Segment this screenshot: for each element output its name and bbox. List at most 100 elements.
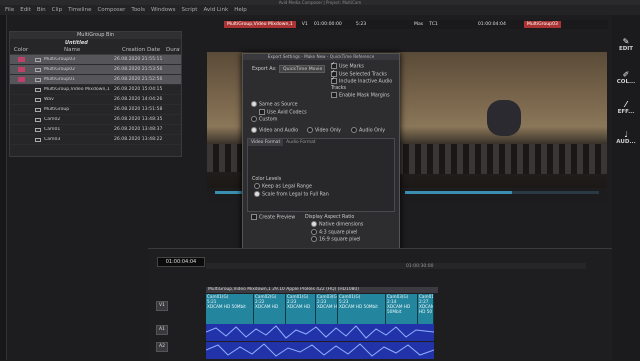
row-name: Cam01 <box>44 127 61 132</box>
clip-codec: XDCAM H <box>317 304 337 309</box>
source-tc[interactable]: 01:00:00:00 <box>314 22 342 27</box>
use-avid-codecs-check[interactable]: Use Avid Codecs <box>251 108 307 117</box>
bin-row[interactable]: MultiGroup 26.08.2020 13:51:58 <box>10 105 181 115</box>
source-track[interactable]: V1 <box>302 22 308 27</box>
ratio-169-dot[interactable] <box>311 236 317 242</box>
audio-only-dot[interactable] <box>351 127 357 133</box>
video-and-audio-radio[interactable]: Video and Audio <box>251 127 307 134</box>
col-color[interactable]: Color <box>10 47 32 54</box>
row-name: MultiGroup,Video Mixdown,1 <box>44 87 110 92</box>
ratio-169-radio[interactable]: 16:9 square pixel <box>305 236 363 244</box>
same-as-source-label: Same as Source <box>259 102 298 108</box>
timeline-timecode[interactable]: 01:00:04:04 <box>157 257 205 267</box>
bin-row[interactable]: MultiGroup,Video Mixdown,1 26.08.2020 15:… <box>10 85 181 95</box>
scale-legal-full-radio[interactable]: Scale from Legal to Full Ran <box>252 190 329 199</box>
audio-clip-a2[interactable] <box>206 342 434 359</box>
menu-timeline[interactable]: Timeline <box>68 7 91 13</box>
same-as-source-dot[interactable] <box>251 101 257 107</box>
timeline-ruler[interactable]: 01:00:30:00 <box>206 263 586 269</box>
track-v1[interactable]: V1 <box>156 301 204 311</box>
bin-row[interactable]: Wav 26.08.2020 14:04:26 <box>10 95 181 105</box>
track-a1-button[interactable]: A1 <box>156 325 168 335</box>
keep-legal-label: Keep as Legal Range <box>262 184 312 190</box>
record-tc-label[interactable]: TC1 <box>429 22 438 27</box>
video-clip[interactable]: Cam01(G)2:27XDCAM HD 50 <box>418 294 434 328</box>
ratio-43-dot[interactable] <box>311 228 317 235</box>
same-as-source-radio[interactable]: Same as Source <box>251 101 307 109</box>
include-inactive-audio-check[interactable]: Include Inactive Audio Tracks <box>331 76 399 92</box>
record-mas[interactable]: Mas <box>414 22 423 27</box>
menu-windows[interactable]: Windows <box>151 7 176 13</box>
video-clip[interactable]: Cam01(G) 5:21 XDCAM HD 50Mbit <box>206 294 254 328</box>
menu-clip[interactable]: Clip <box>52 7 62 13</box>
bin-row[interactable]: MultiGroup02 26.08.2020 21:53:56 <box>10 65 181 75</box>
record-sequence-tab[interactable]: MultiGroup03 <box>523 21 561 28</box>
bin-row[interactable]: Cam01 26.08.2020 13:48:37 <box>10 125 181 135</box>
keep-legal-dot[interactable] <box>254 183 260 189</box>
keep-legal-radio[interactable]: Keep as Legal Range <box>252 183 329 191</box>
custom-radio[interactable]: Custom <box>251 116 307 124</box>
menu-file[interactable]: File <box>5 7 14 13</box>
source-clip-tab[interactable]: MultiGroup,Video Mixdown,1 <box>224 21 296 28</box>
audio-clip-a1[interactable] <box>206 324 434 341</box>
menu-script[interactable]: Script <box>182 7 198 13</box>
ratio-169-label: 16:9 square pixel <box>319 237 361 243</box>
include-inactive-audio-box[interactable] <box>331 76 337 84</box>
tab-audio-format[interactable]: Audio Format <box>283 139 318 146</box>
source-duration[interactable]: 5:23 <box>356 22 366 27</box>
enable-mask-margins-box[interactable] <box>331 91 337 98</box>
use-avid-codecs-label: Use Avid Codecs <box>267 110 307 115</box>
row-date: 26.08.2020 13:48:37 <box>114 127 163 132</box>
create-preview-box[interactable] <box>251 214 257 220</box>
track-a1[interactable]: A1 <box>156 325 204 335</box>
track-a2-button[interactable]: A2 <box>156 342 168 352</box>
col-duration[interactable]: Durat <box>166 47 180 54</box>
clip-codec: XDCAM HD 50Mbit <box>339 304 378 309</box>
tab-video-format[interactable]: Video Format <box>248 139 284 146</box>
menu-avid-link[interactable]: Avid Link <box>203 7 228 13</box>
video-clip[interactable]: Cam02(G) 2:22 XDCAM HD <box>254 294 286 328</box>
menu-composer[interactable]: Composer <box>97 7 125 13</box>
menu-bin[interactable]: Bin <box>37 7 46 13</box>
ratio-43-radio[interactable]: 4:3 square pixel <box>305 228 363 237</box>
video-only-radio[interactable]: Video Only <box>307 127 351 134</box>
scale-legal-full-dot[interactable] <box>254 190 260 197</box>
workspace-color[interactable]: ✐ COL... <box>612 70 640 85</box>
menu-edit[interactable]: Edit <box>20 7 31 13</box>
menu-tools[interactable]: Tools <box>131 7 145 13</box>
native-dimensions-radio[interactable]: Native dimensions <box>305 221 363 229</box>
export-as-select[interactable]: QuickTime Movie <box>279 65 325 73</box>
color-swatch <box>17 57 25 62</box>
track-a2[interactable]: A2 <box>156 342 204 352</box>
audio-only-radio[interactable]: Audio Only <box>351 127 385 134</box>
bin-row[interactable]: MultiGroup03 26.08.2020 21:55:11 <box>10 55 181 65</box>
col-name[interactable]: Name <box>44 47 114 54</box>
enable-mask-margins-check[interactable]: Enable Mask Margins <box>331 91 399 100</box>
workspace-edit[interactable]: ✎ EDIT <box>612 37 640 52</box>
clip-icon <box>32 67 44 72</box>
video-clip[interactable]: Cam03(G) 2:23 XDCAM H <box>316 294 338 328</box>
workspace-effects[interactable]: ⁄ EFF... <box>612 100 640 115</box>
custom-dot[interactable] <box>251 116 257 122</box>
track-v1-button[interactable]: V1 <box>156 301 168 311</box>
video-and-audio-dot[interactable] <box>251 127 257 133</box>
record-tc[interactable]: 01:00:04:04 <box>478 22 506 27</box>
video-clip[interactable]: Cam01(G) 5:23 XDCAM HD 50Mbit <box>338 294 386 328</box>
video-clip[interactable]: Cam01(G) 2:23 XDCAM HD <box>286 294 316 328</box>
bin-row[interactable]: Cam02 26.08.2020 13:48:35 <box>10 115 181 125</box>
create-preview-check[interactable]: Create Preview <box>251 214 295 221</box>
use-selected-tracks-check[interactable]: Use Selected Tracks <box>331 69 399 79</box>
bin-row[interactable]: Cam03 26.08.2020 13:48:22 <box>10 135 181 145</box>
col-creation-date[interactable]: Creation Date <box>114 47 166 54</box>
record-monitor-bar: Mas TC1 01:00:04:04 MultiGroup03 <box>410 20 608 29</box>
workspace-audio[interactable]: ♩ AUD... <box>612 130 640 145</box>
video-clip[interactable]: Cam03(G) 2:14 XDCAM HD 50Mbit <box>386 294 418 328</box>
use-avid-codecs-box[interactable] <box>259 108 265 115</box>
use-marks-check[interactable]: Use Marks <box>331 61 399 71</box>
video-only-dot[interactable] <box>307 127 313 133</box>
bin-row[interactable]: MultiGroup01 26.08.2020 21:52:56 <box>10 75 181 85</box>
record-position-bar[interactable] <box>397 189 607 202</box>
workspace-rail: ✎ EDIT ✐ COL... ⁄ EFF... ♩ AUD... <box>612 15 640 360</box>
menu-help[interactable]: Help <box>234 7 247 13</box>
native-dimensions-dot[interactable] <box>311 221 317 227</box>
